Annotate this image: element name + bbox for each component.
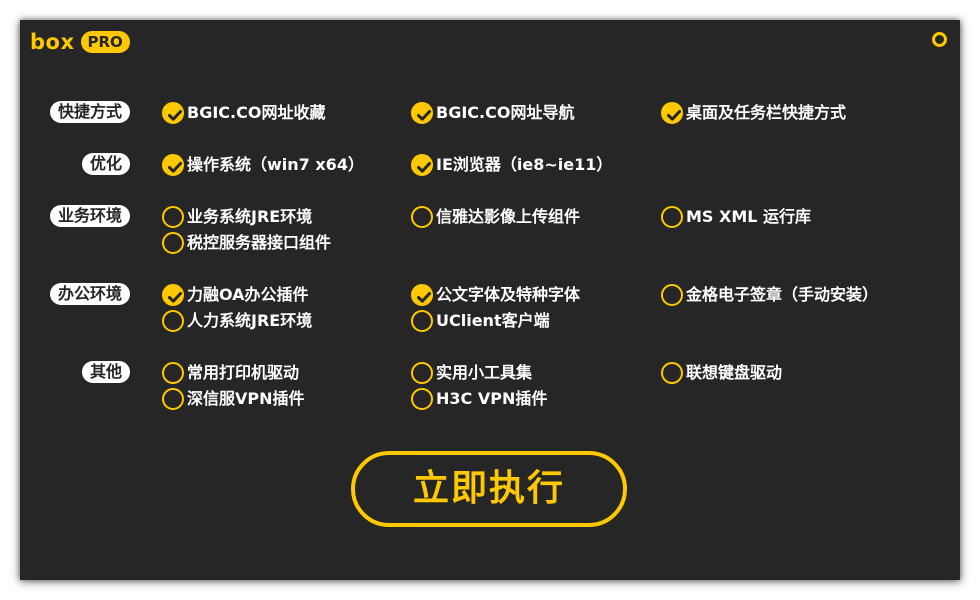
unchecked-circle-icon[interactable] — [162, 310, 184, 332]
option-label: 公文字体及特种字体 — [436, 285, 581, 304]
option-tax-server-interface[interactable]: 税控服务器接口组件 — [162, 231, 331, 255]
unchecked-circle-icon[interactable] — [661, 284, 683, 306]
unchecked-circle-icon[interactable] — [162, 232, 184, 254]
category-label: 办公环境 — [49, 283, 130, 305]
option-business-jre[interactable]: 业务系统JRE环境 — [162, 205, 312, 229]
option-label: 操作系统（win7 x64） — [187, 155, 364, 174]
category-label: 快捷方式 — [49, 101, 130, 123]
unchecked-circle-icon[interactable] — [411, 362, 433, 384]
option-bgic-navigation[interactable]: BGIC.CO网址导航 — [411, 101, 574, 125]
option-label: 桌面及任务栏快捷方式 — [686, 103, 847, 122]
option-os-win7[interactable]: 操作系统（win7 x64） — [162, 153, 364, 177]
option-label: H3C VPN插件 — [436, 389, 548, 408]
option-label: 税控服务器接口组件 — [187, 233, 332, 252]
option-label: BGIC.CO网址收藏 — [187, 103, 326, 122]
checked-circle-icon[interactable] — [162, 154, 184, 176]
option-uclient[interactable]: UClient客户端 — [411, 309, 550, 333]
option-label: MS XML 运行库 — [686, 207, 812, 226]
option-official-fonts[interactable]: 公文字体及特种字体 — [411, 283, 580, 307]
unchecked-circle-icon[interactable] — [411, 388, 433, 410]
category-label: 优化 — [81, 153, 130, 175]
option-bgic-favorites[interactable]: BGIC.CO网址收藏 — [162, 101, 325, 125]
unchecked-circle-icon[interactable] — [661, 206, 683, 228]
option-label: UClient客户端 — [436, 311, 550, 330]
option-desktop-taskbar-shortcuts[interactable]: 桌面及任务栏快捷方式 — [661, 101, 846, 125]
option-oa-plugin[interactable]: 力融OA办公插件 — [162, 283, 309, 307]
checked-circle-icon[interactable] — [661, 102, 683, 124]
unchecked-circle-icon[interactable] — [661, 362, 683, 384]
run-now-button[interactable]: 立即执行 — [351, 451, 627, 527]
checked-circle-icon[interactable] — [411, 284, 433, 306]
checked-circle-icon[interactable] — [411, 102, 433, 124]
option-label: 业务系统JRE环境 — [187, 207, 313, 226]
option-lenovo-keyboard-driver[interactable]: 联想键盘驱动 — [661, 361, 782, 385]
app-window: box PRO 快捷方式 BGIC.CO网址收藏 BGIC.CO网址导航 桌面及… — [20, 20, 960, 580]
option-label: BGIC.CO网址导航 — [436, 103, 575, 122]
option-label: IE浏览器（ie8~ie11） — [436, 155, 613, 174]
category-label: 其他 — [81, 361, 130, 383]
logo-text: box — [30, 30, 75, 54]
unchecked-circle-icon[interactable] — [162, 362, 184, 384]
option-image-upload-component[interactable]: 信雅达影像上传组件 — [411, 205, 580, 229]
option-label: 金格电子签章（手动安装） — [686, 285, 879, 304]
option-utility-tools[interactable]: 实用小工具集 — [411, 361, 532, 385]
option-h3c-vpn[interactable]: H3C VPN插件 — [411, 387, 547, 411]
category-label: 业务环境 — [49, 205, 130, 227]
option-printer-drivers[interactable]: 常用打印机驱动 — [162, 361, 299, 385]
option-label: 联想键盘驱动 — [686, 363, 783, 382]
unchecked-circle-icon[interactable] — [162, 206, 184, 228]
option-label: 常用打印机驱动 — [187, 363, 300, 382]
checked-circle-icon[interactable] — [411, 154, 433, 176]
unchecked-circle-icon[interactable] — [411, 206, 433, 228]
unchecked-circle-icon[interactable] — [162, 388, 184, 410]
option-label: 力融OA办公插件 — [187, 285, 309, 304]
option-ie-browser[interactable]: IE浏览器（ie8~ie11） — [411, 153, 612, 177]
unchecked-circle-icon[interactable] — [411, 310, 433, 332]
checked-circle-icon[interactable] — [162, 284, 184, 306]
app-logo: box PRO — [30, 30, 130, 54]
option-electronic-signature[interactable]: 金格电子签章（手动安装） — [661, 283, 878, 307]
option-label: 信雅达影像上传组件 — [436, 207, 581, 226]
window-menu-ring-icon[interactable] — [932, 32, 947, 47]
option-sangfor-vpn[interactable]: 深信服VPN插件 — [162, 387, 305, 411]
logo-pro-badge: PRO — [80, 31, 130, 53]
option-ms-xml-runtime[interactable]: MS XML 运行库 — [661, 205, 811, 229]
option-label: 深信服VPN插件 — [187, 389, 305, 408]
option-label: 实用小工具集 — [436, 363, 533, 382]
option-hr-jre[interactable]: 人力系统JRE环境 — [162, 309, 312, 333]
option-label: 人力系统JRE环境 — [187, 311, 313, 330]
checked-circle-icon[interactable] — [162, 102, 184, 124]
